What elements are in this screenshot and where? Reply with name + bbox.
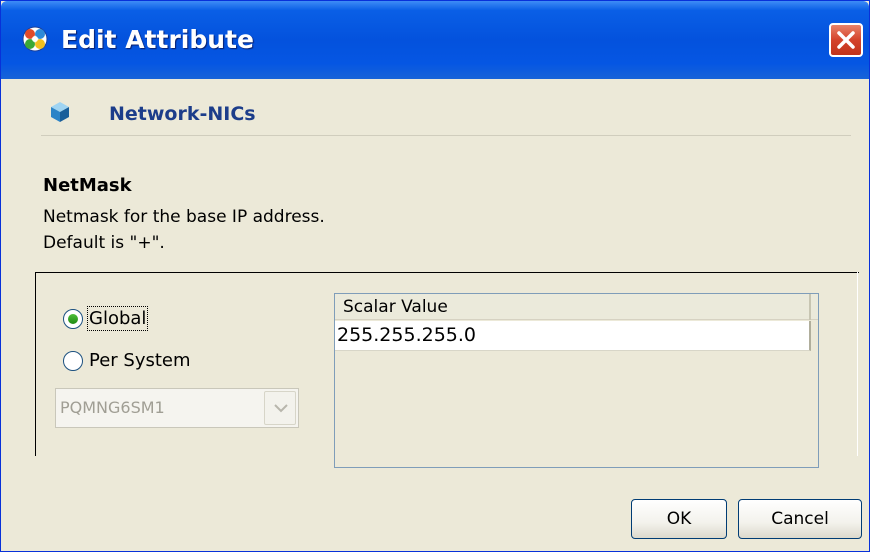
header-separator: [41, 135, 851, 136]
title-bar[interactable]: Edit Attribute: [1, 1, 869, 79]
column-header-label: Scalar Value: [343, 297, 448, 317]
radio-per-system[interactable]: Per System: [63, 350, 191, 371]
radio-button-per-system[interactable]: [63, 350, 83, 371]
close-button[interactable]: [829, 23, 863, 57]
radio-button-global[interactable]: [63, 308, 83, 329]
radio-label-global[interactable]: Global: [86, 306, 149, 331]
edit-attribute-dialog: Edit Attribute Network-NICs NetMask Netm…: [0, 0, 870, 552]
attribute-description-line: Default is "+".: [43, 233, 165, 253]
system-select-value: PQMNG6SM1: [60, 398, 165, 417]
system-select[interactable]: PQMNG6SM1: [55, 388, 299, 428]
scalar-value-table[interactable]: Scalar Value 255.255.255.0: [334, 293, 819, 468]
attribute-description-line: Netmask for the base IP address.: [43, 207, 325, 227]
section-header: Network-NICs: [1, 79, 869, 159]
section-name: Network-NICs: [109, 103, 256, 125]
panel-edge: [857, 272, 858, 456]
radio-label-per-system[interactable]: Per System: [89, 350, 191, 371]
table-row[interactable]: 255.255.255.0: [335, 321, 811, 351]
column-header-scalar-value[interactable]: Scalar Value: [335, 294, 811, 320]
radio-selected-dot: [68, 313, 78, 324]
cluster-app-icon: [21, 25, 49, 53]
ok-button[interactable]: OK: [631, 499, 727, 539]
attribute-name: NetMask: [43, 175, 132, 196]
table-cell-scalar-value[interactable]: 255.255.255.0: [337, 324, 476, 346]
radio-global[interactable]: Global: [63, 306, 149, 331]
cube-icon: [49, 101, 71, 123]
cancel-button[interactable]: Cancel: [738, 499, 862, 539]
table-header: Scalar Value: [335, 294, 818, 320]
system-select-dropdown-button[interactable]: [264, 391, 296, 425]
window-title: Edit Attribute: [61, 25, 254, 54]
attribute-description: Netmask for the base IP address. Default…: [43, 204, 325, 256]
